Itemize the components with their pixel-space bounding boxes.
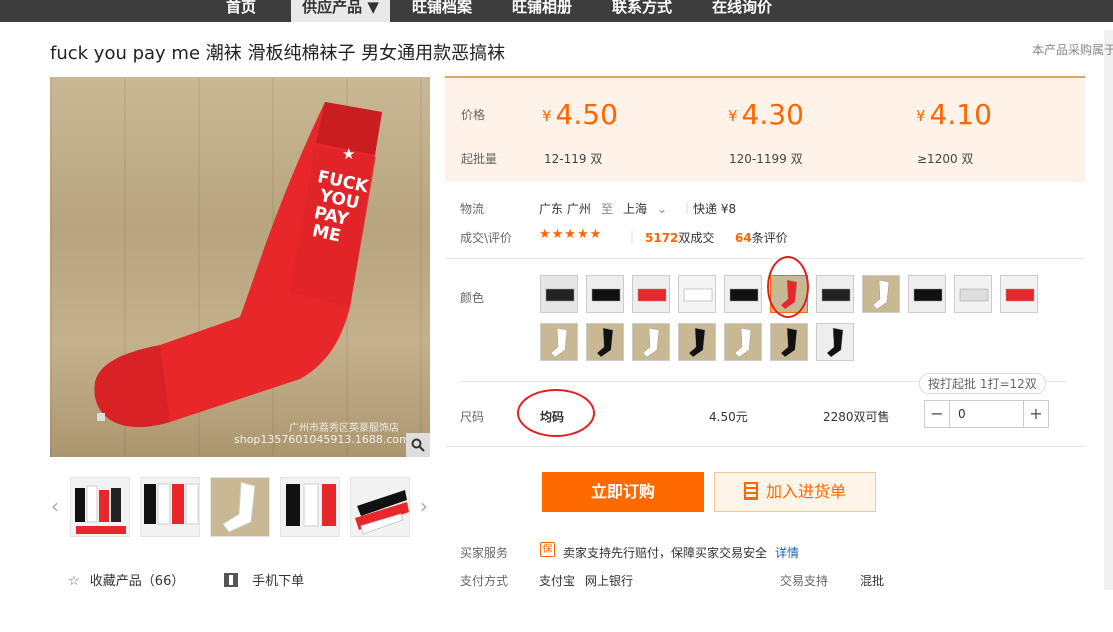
thumbnail-2[interactable] (140, 477, 200, 537)
color-swatch-4[interactable] (678, 275, 716, 313)
chevron-down-icon: ⌄ (657, 202, 668, 216)
size-stock: 2280双可售 (823, 410, 890, 424)
destination-value: 上海 (623, 202, 648, 216)
size-label: 尺码 (460, 410, 485, 424)
star-outline-icon: ☆ (68, 574, 80, 589)
destination-select[interactable]: 上海 ⌄ (623, 200, 667, 217)
moq-tier-2: 120-1199 双 (729, 152, 803, 166)
price-tier-2: ¥4.30 (728, 98, 804, 131)
nav-album[interactable]: 旺铺相册 (504, 0, 580, 22)
color-swatch-10[interactable] (954, 275, 992, 313)
thumb-next-icon[interactable]: › (417, 494, 431, 518)
color-swatch-18[interactable] (816, 323, 854, 361)
payment-method-alipay: 支付宝 (539, 574, 576, 588)
favorite-button[interactable]: ☆ 收藏产品（66） (68, 570, 184, 589)
add-to-cart-label: 加入进货单 (765, 482, 846, 501)
color-swatch-7[interactable] (816, 275, 854, 313)
service-label: 买家服务 (460, 546, 509, 560)
color-swatch-3[interactable] (632, 275, 670, 313)
svg-text:★: ★ (342, 145, 355, 163)
rating-stars: ★★★★★ (539, 227, 603, 242)
moq-label: 起批量 (461, 152, 498, 166)
color-swatch-12[interactable] (540, 323, 578, 361)
trade-support-label: 交易支持 (780, 574, 829, 588)
qr-code-icon (224, 573, 238, 587)
nav-contact[interactable]: 联系方式 (604, 0, 680, 22)
color-swatch-5[interactable] (724, 275, 762, 313)
divider: | (630, 229, 635, 243)
shield-icon: 保 (540, 542, 555, 557)
moq-tier-1: 12-119 双 (544, 152, 603, 166)
size-price: 4.50元 (709, 410, 748, 424)
mobile-order-label: 手机下单 (252, 574, 305, 589)
add-to-cart-button[interactable]: 加入进货单 (714, 472, 876, 512)
price-tier-3: ¥4.10 (916, 98, 992, 131)
thumbnail-5[interactable] (350, 477, 410, 537)
shop-watermark: 广州市荔秀区英豪服饰店 (289, 423, 399, 434)
color-swatch-15[interactable] (678, 323, 716, 361)
color-swatch-1[interactable] (540, 275, 578, 313)
color-swatch-2[interactable] (586, 275, 624, 313)
color-swatch-17[interactable] (770, 323, 808, 361)
product-title: fuck you pay me 潮袜 滑板纯棉袜子 男女通用款恶搞袜 (50, 43, 506, 64)
payment-method-bank: 网上银行 (585, 574, 634, 588)
color-swatch-13[interactable] (586, 323, 624, 361)
price-tier-1: ¥4.50 (542, 98, 618, 131)
qty-plus-button[interactable]: + (1023, 400, 1049, 428)
thumb-prev-icon[interactable]: ‹ (48, 494, 62, 518)
color-swatch-14[interactable] (632, 323, 670, 361)
favorite-label: 收藏产品（66） (89, 574, 185, 589)
purchase-note: 本产品采购属于 (1032, 43, 1113, 57)
top-nav: 首页 供应产品 ▼ 旺铺档案 旺铺相册 联系方式 在线询价 (0, 0, 1113, 22)
thumbnail-4[interactable] (280, 477, 340, 537)
divider: | (685, 200, 690, 214)
color-label: 颜色 (460, 291, 485, 305)
service-text: 卖家支持先行赔付，保障买家交易安全 (563, 546, 768, 560)
price-label: 价格 (461, 108, 486, 122)
deals-label: 成交\评价 (460, 231, 513, 245)
thumbnail-3[interactable] (210, 477, 270, 537)
service-detail-link[interactable]: 详情 (775, 544, 799, 561)
price-panel: 价格 起批量 ¥4.50 ¥4.30 ¥4.10 12-119 双 120-11… (445, 76, 1085, 182)
separator (445, 258, 1085, 259)
qty-minus-button[interactable]: − (924, 400, 950, 428)
deal-count[interactable]: 5172双成交 (645, 229, 714, 246)
color-swatch-16[interactable] (724, 323, 762, 361)
color-swatch-8[interactable] (862, 275, 900, 313)
trade-support-value: 混批 (860, 574, 885, 588)
express-fee: 快递 ¥8 (693, 202, 737, 216)
nav-inquiry[interactable]: 在线询价 (704, 0, 780, 22)
moq-tier-3: ≥1200 双 (917, 152, 974, 166)
main-product-image[interactable]: ★ FUCK YOU PAY ME (50, 77, 430, 457)
clipboard-icon (743, 482, 758, 500)
zoom-icon[interactable] (406, 433, 430, 457)
separator (445, 446, 1085, 447)
logistics-label: 物流 (460, 202, 485, 216)
shop-url-watermark: shop1357601045913.1688.com (234, 433, 410, 446)
wholesale-hint: 按打起批 1打=12双 (919, 373, 1046, 394)
review-count[interactable]: 64条评价 (735, 229, 788, 246)
mobile-order-button[interactable]: 手机下单 (224, 570, 304, 589)
color-swatch-9[interactable] (908, 275, 946, 313)
annotation-circle (767, 256, 809, 318)
buy-now-button[interactable]: 立即订购 (542, 472, 704, 512)
sock-illustration: ★ FUCK YOU PAY ME (94, 102, 383, 428)
quantity-input[interactable]: 0 (950, 400, 1024, 428)
logistics-from: 广东 广州 (539, 202, 591, 216)
logistics-to-word: 至 (601, 202, 614, 216)
nav-home[interactable]: 首页 (205, 0, 277, 22)
color-swatch-11[interactable] (1000, 275, 1038, 313)
thumbnail-1[interactable] (70, 477, 130, 537)
nav-profile[interactable]: 旺铺档案 (404, 0, 480, 22)
scrollbar[interactable] (1104, 30, 1113, 590)
nav-products[interactable]: 供应产品 ▼ (291, 0, 390, 22)
annotation-circle (517, 389, 595, 437)
payment-label: 支付方式 (460, 574, 509, 588)
